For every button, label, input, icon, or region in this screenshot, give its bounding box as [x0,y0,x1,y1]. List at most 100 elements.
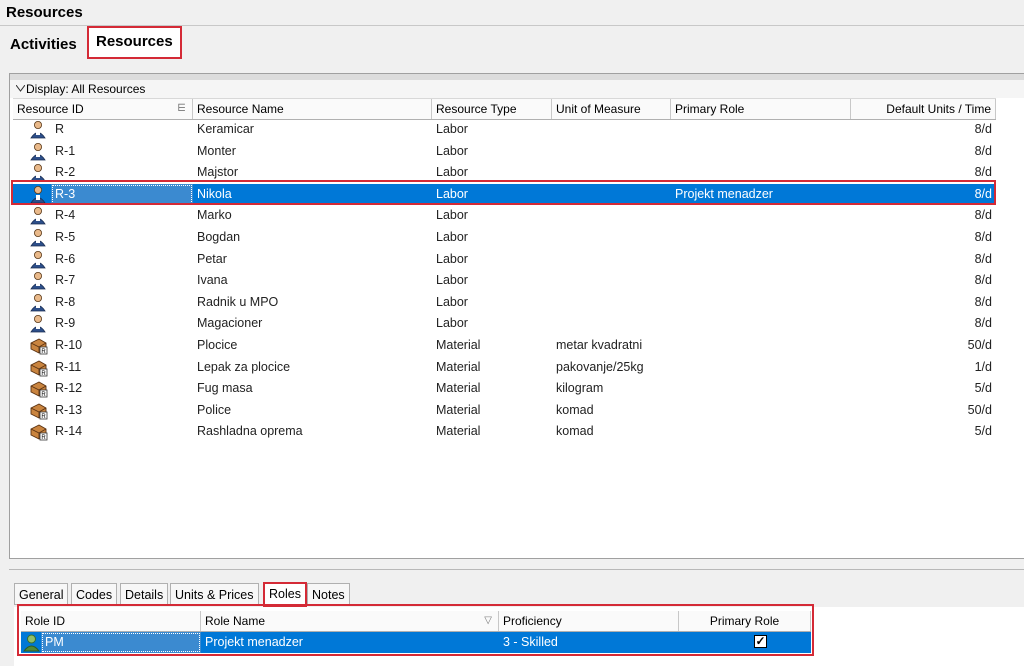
tab-resources[interactable]: Resources [87,26,182,59]
resource-name-cell[interactable]: Bogdan [193,227,432,248]
resource-id-cell[interactable]: R [51,119,193,140]
table-row[interactable]: R-9 Magacioner Labor 8/d [13,313,996,334]
col-role-name[interactable]: Role Name ▽ [201,611,499,631]
primary-role-cell[interactable] [671,227,851,248]
resource-id-cell[interactable]: R-8 [51,292,193,313]
tab-codes[interactable]: Codes [71,583,118,605]
resource-name-cell[interactable]: Nikola [193,184,432,205]
resource-id-cell[interactable]: R-9 [51,313,193,334]
unit-of-measure-cell[interactable] [552,184,671,205]
resource-id-cell[interactable]: R-13 [51,400,193,421]
primary-role-cell[interactable] [671,119,851,140]
primary-role-cell[interactable] [671,400,851,421]
resource-id-cell[interactable]: R-6 [51,249,193,270]
table-row[interactable]: R R-13 Police Material komad 50/d [13,400,996,421]
default-units-cell[interactable]: 5/d [851,421,996,442]
resource-type-cell[interactable]: Labor [432,162,552,183]
unit-of-measure-cell[interactable] [552,292,671,313]
default-units-cell[interactable]: 8/d [851,313,996,334]
unit-of-measure-cell[interactable] [552,141,671,162]
primary-role-cell[interactable] [671,313,851,334]
tab-details[interactable]: Details [120,583,169,605]
resource-type-cell[interactable]: Labor [432,119,552,140]
resource-type-cell[interactable]: Material [432,421,552,442]
unit-of-measure-cell[interactable]: komad [552,421,671,442]
default-units-cell[interactable]: 8/d [851,227,996,248]
resource-id-cell[interactable]: R-3 [51,183,193,205]
unit-of-measure-cell[interactable] [552,119,671,140]
tab-roles[interactable]: Roles [263,582,307,607]
table-row[interactable]: R-8 Radnik u MPO Labor 8/d [13,292,996,313]
resource-id-cell[interactable]: R-1 [51,141,193,162]
primary-role-cell[interactable] [671,292,851,313]
primary-role-checkbox[interactable]: ✓ [754,635,767,648]
resource-name-cell[interactable]: Rashladna oprema [193,421,432,442]
col-resource-type[interactable]: Resource Type [432,99,552,119]
col-primary-role-flag[interactable]: Primary Role [679,611,811,631]
resource-id-cell[interactable]: R-5 [51,227,193,248]
resource-type-cell[interactable]: Labor [432,270,552,291]
primary-role-cell[interactable] [671,335,851,356]
col-resource-id[interactable]: Resource ID ⋿ [13,99,193,119]
role-row[interactable]: PM Projekt menadzer 3 - Skilled ✓ [21,632,811,653]
default-units-cell[interactable]: 8/d [851,205,996,226]
table-row[interactable]: R R-10 Plocice Material metar kvadratni 50/d [13,335,996,356]
unit-of-measure-cell[interactable] [552,313,671,334]
table-row[interactable]: R R-11 Lepak za plocice Material pakovanje/2… [13,357,996,378]
col-primary-role[interactable]: Primary Role [671,99,851,119]
col-resource-name[interactable]: Resource Name [193,99,432,119]
table-row[interactable]: R-2 Majstor Labor 8/d [13,162,996,183]
default-units-cell[interactable]: 50/d [851,335,996,356]
resource-type-cell[interactable]: Labor [432,141,552,162]
resource-id-cell[interactable]: R-4 [51,205,193,226]
table-row[interactable]: R Keramicar Labor 8/d [13,119,996,140]
unit-of-measure-cell[interactable] [552,270,671,291]
unit-of-measure-cell[interactable] [552,205,671,226]
resource-type-cell[interactable]: Material [432,378,552,399]
default-units-cell[interactable]: 8/d [851,141,996,162]
resource-name-cell[interactable]: Radnik u MPO [193,292,432,313]
col-proficiency[interactable]: Proficiency [499,611,679,631]
default-units-cell[interactable]: 8/d [851,249,996,270]
resource-name-cell[interactable]: Plocice [193,335,432,356]
table-row[interactable]: R-3 Nikola Labor Projekt menadzer 8/d [13,183,996,205]
col-role-id[interactable]: Role ID [21,611,201,631]
resource-name-cell[interactable]: Monter [193,141,432,162]
resource-id-cell[interactable]: R-7 [51,270,193,291]
table-row[interactable]: R R-14 Rashladna oprema Material komad 5/d [13,421,996,442]
default-units-cell[interactable]: 1/d [851,357,996,378]
resource-type-cell[interactable]: Labor [432,205,552,226]
resource-id-cell[interactable]: R-14 [51,421,193,442]
role-name-cell[interactable]: Projekt menadzer [201,632,499,653]
resource-type-cell[interactable]: Material [432,400,552,421]
resource-name-cell[interactable]: Majstor [193,162,432,183]
resource-name-cell[interactable]: Police [193,400,432,421]
resource-type-cell[interactable]: Labor [432,184,552,205]
primary-role-cell[interactable] [671,421,851,442]
default-units-cell[interactable]: 8/d [851,119,996,140]
primary-role-cell[interactable] [671,357,851,378]
resource-name-cell[interactable]: Fug masa [193,378,432,399]
resource-name-cell[interactable]: Ivana [193,270,432,291]
unit-of-measure-cell[interactable]: komad [552,400,671,421]
resource-type-cell[interactable]: Material [432,357,552,378]
default-units-cell[interactable]: 8/d [851,270,996,291]
primary-role-cell[interactable]: Projekt menadzer [671,184,851,205]
unit-of-measure-cell[interactable]: metar kvadratni [552,335,671,356]
resource-type-cell[interactable]: Labor [432,227,552,248]
primary-role-cell[interactable] [671,378,851,399]
resource-type-cell[interactable]: Labor [432,249,552,270]
resource-type-cell[interactable]: Labor [432,313,552,334]
resource-id-cell[interactable]: R-2 [51,162,193,183]
primary-role-cell[interactable] [671,141,851,162]
resource-name-cell[interactable]: Keramicar [193,119,432,140]
resource-id-cell[interactable]: R-12 [51,378,193,399]
tab-notes[interactable]: Notes [307,583,350,605]
default-units-cell[interactable]: 8/d [851,184,996,205]
display-filter[interactable]: Display: All Resources [10,80,1024,98]
primary-role-cell[interactable] [671,249,851,270]
table-row[interactable]: R-1 Monter Labor 8/d [13,141,996,162]
resource-name-cell[interactable]: Marko [193,205,432,226]
unit-of-measure-cell[interactable]: kilogram [552,378,671,399]
role-id-cell[interactable]: PM [41,632,201,653]
